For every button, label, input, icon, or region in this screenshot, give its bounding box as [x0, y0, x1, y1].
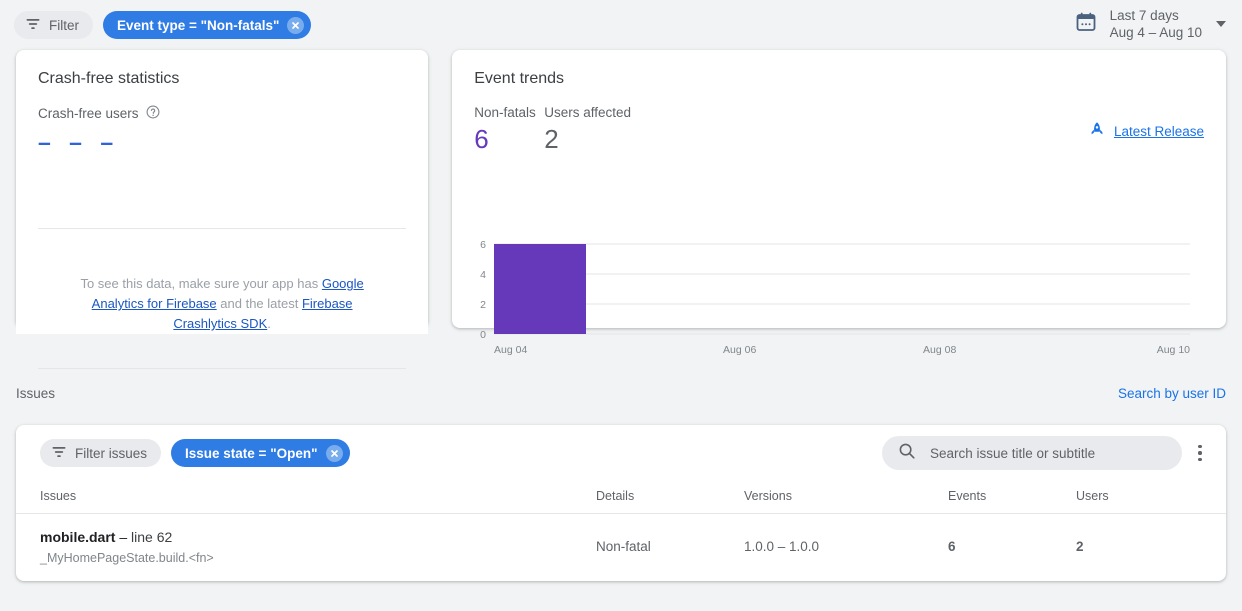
issues-section-label: Issues — [16, 385, 56, 401]
filter-button-label: Filter — [49, 17, 79, 33]
empty-text-part1: To see this data, make sure your app has — [80, 276, 322, 291]
x-tick-aug-06: Aug 06 — [723, 344, 756, 356]
column-header-events[interactable]: Events — [948, 481, 1076, 514]
table-row[interactable]: mobile.dart – line 62 _MyHomePageState.b… — [16, 514, 1226, 582]
crash-free-card-title: Crash-free statistics — [38, 70, 180, 87]
x-tick-aug-10: Aug 10 — [1157, 344, 1190, 356]
issues-table-header: Issues Details Versions Events Users — [16, 481, 1226, 514]
date-range-text: Last 7 days Aug 4 – Aug 10 — [1110, 7, 1202, 41]
latest-release-link[interactable]: Latest Release — [1088, 120, 1204, 143]
date-range-line1: Last 7 days — [1109, 8, 1179, 23]
column-header-versions[interactable]: Versions — [744, 481, 948, 514]
crash-free-statistics-card: Crash-free statistics Crash-free users –… — [16, 50, 429, 369]
metric-non-fatals-label: Non-fatals — [474, 105, 536, 120]
search-icon — [898, 442, 916, 465]
issue-state-filter-chip[interactable]: Issue state = "Open" — [171, 439, 350, 467]
chevron-down-icon[interactable] — [1216, 21, 1226, 27]
issue-details-cell: Non-fatal — [596, 539, 651, 554]
top-filter-bar: Filter Event type = "Non-fatals" Last 7 … — [0, 0, 1242, 50]
metric-non-fatals: Non-fatals 6 — [474, 105, 544, 156]
column-header-users[interactable]: Users — [1076, 481, 1226, 514]
table-header-row: Issues Details Versions Events Users — [16, 481, 1226, 514]
y-tick-6: 6 — [480, 239, 486, 251]
event-trends-chart[interactable]: 6 4 2 0 Aug 04 Aug 06 Aug 08 Aug 10 — [452, 236, 1231, 356]
issue-users-cell: 2 — [1076, 539, 1084, 554]
issue-title-line: line 62 — [131, 529, 173, 545]
metric-users-affected-value: 2 — [544, 124, 559, 154]
search-input[interactable] — [930, 445, 1166, 461]
event-type-filter-chip[interactable]: Event type = "Non-fatals" — [103, 11, 312, 39]
chart-gridline-top — [38, 228, 407, 229]
event-trends-card: Event trends Non-fatals 6 Users affected… — [452, 50, 1226, 356]
more-vert-icon[interactable] — [1190, 436, 1210, 470]
issue-subtitle: _MyHomePageState.build.<fn> — [40, 551, 214, 565]
metric-non-fatals-value: 6 — [474, 124, 489, 154]
filter-button[interactable]: Filter — [14, 11, 93, 39]
crash-free-users-value: – – – — [38, 129, 120, 155]
crash-free-empty-state: To see this data, make sure your app has… — [16, 228, 429, 369]
date-range-line2: Aug 4 – Aug 10 — [1109, 25, 1202, 40]
event-type-filter-chip-label: Event type = "Non-fatals" — [117, 17, 280, 33]
issues-table: Issues Details Versions Events Users mob… — [16, 481, 1226, 581]
empty-text-part3: . — [267, 316, 271, 331]
metric-users-affected-label: Users affected — [544, 105, 632, 120]
filter-issues-label: Filter issues — [75, 445, 148, 461]
x-tick-aug-08: Aug 08 — [923, 344, 956, 356]
column-header-details[interactable]: Details — [596, 481, 744, 514]
close-circle-icon[interactable] — [287, 16, 305, 34]
column-header-issues[interactable]: Issues — [16, 481, 596, 514]
crash-free-users-label-row: Crash-free users — [16, 88, 428, 122]
issue-title-file: mobile.dart — [40, 529, 116, 545]
issue-search-box[interactable] — [882, 436, 1182, 470]
y-tick-0: 0 — [480, 329, 486, 341]
filter-list-icon — [51, 444, 67, 463]
filter-list-icon — [25, 16, 41, 35]
crash-free-users-label: Crash-free users — [38, 106, 139, 121]
metric-users-affected: Users affected 2 — [544, 105, 664, 156]
help-circle-icon[interactable] — [146, 105, 160, 122]
issue-state-filter-chip-label: Issue state = "Open" — [185, 445, 318, 461]
x-tick-aug-04: Aug 04 — [494, 344, 527, 356]
event-trends-bar-chart: 6 4 2 0 Aug 04 Aug 06 Aug 08 Aug 10 — [480, 239, 1190, 356]
bar-aug-04 — [494, 244, 587, 334]
issues-toolbar: Filter issues Issue state = "Open" — [16, 425, 1226, 481]
issues-table-body: mobile.dart – line 62 _MyHomePageState.b… — [16, 514, 1226, 582]
filter-issues-button[interactable]: Filter issues — [40, 439, 162, 467]
issue-title-separator: – — [115, 529, 132, 545]
crash-free-empty-message: To see this data, make sure your app has… — [16, 274, 429, 334]
release-rocket-icon — [1088, 120, 1106, 143]
calendar-icon — [1074, 10, 1098, 39]
issues-table-card: Filter issues Issue state = "Open" Searc… — [16, 425, 1226, 581]
issues-section-header: Issues Search by user ID — [0, 373, 1242, 413]
y-tick-2: 2 — [480, 299, 486, 311]
y-tick-4: 4 — [480, 269, 486, 281]
issue-events-cell: 6 — [948, 539, 956, 554]
empty-text-part2: and the latest — [216, 296, 302, 311]
close-circle-icon[interactable] — [325, 444, 343, 462]
summary-cards-row: Crash-free statistics Crash-free users –… — [0, 50, 1242, 369]
date-range-picker[interactable]: Last 7 days Aug 4 – Aug 10 — [1074, 7, 1226, 41]
latest-release-label: Latest Release — [1113, 124, 1204, 139]
issue-versions-cell: 1.0.0 – 1.0.0 — [744, 539, 820, 554]
chart-gridline-bottom — [38, 368, 407, 369]
issue-cell[interactable]: mobile.dart – line 62 _MyHomePageState.b… — [16, 514, 596, 582]
event-trends-card-title: Event trends — [474, 70, 565, 87]
issue-title: mobile.dart – line 62 — [40, 528, 596, 547]
search-by-user-id-link[interactable]: Search by user ID — [1118, 386, 1226, 401]
